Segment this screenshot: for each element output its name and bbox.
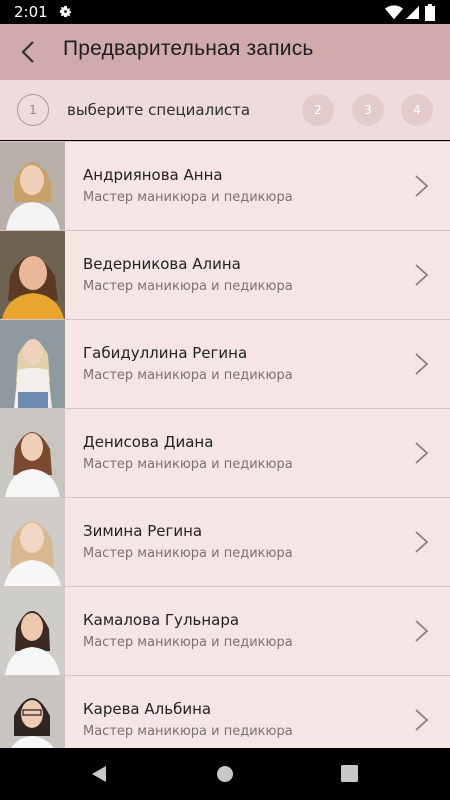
specialist-role: Мастер маникюра и педикюра	[83, 724, 293, 739]
nav-home-icon[interactable]	[216, 765, 234, 783]
chevron-right-icon	[415, 620, 429, 642]
specialist-name: Денисова Диана	[83, 433, 214, 451]
gear-icon	[59, 5, 72, 18]
chevron-right-icon	[415, 442, 429, 464]
chevron-right-icon	[415, 264, 429, 286]
chevron-right-icon	[415, 531, 429, 553]
specialist-photo	[0, 142, 65, 230]
chevron-right-icon	[415, 175, 429, 197]
specialist-name: Камалова Гульнара	[83, 611, 240, 629]
specialist-role: Мастер маникюра и педикюра	[83, 635, 293, 650]
specialist-row[interactable]: Андриянова Анна Мастер маникюра и педикю…	[0, 142, 450, 231]
specialist-row[interactable]: Ведерникова Алина Мастер маникюра и педи…	[0, 231, 450, 320]
specialist-name: Андриянова Анна	[83, 166, 223, 184]
signal-icon	[406, 6, 419, 19]
specialist-list[interactable]: Андриянова Анна Мастер маникюра и педикю…	[0, 141, 450, 748]
status-time: 2:01	[14, 3, 48, 21]
specialist-role: Мастер маникюра и педикюра	[83, 190, 293, 205]
battery-icon	[425, 4, 435, 21]
back-arrow-icon[interactable]	[18, 40, 42, 64]
specialist-photo	[0, 231, 65, 319]
specialist-photo	[0, 587, 65, 675]
nav-back-icon[interactable]	[90, 765, 108, 783]
specialist-row[interactable]: Камалова Гульнара Мастер маникюра и педи…	[0, 587, 450, 676]
page-title: Предварительная запись	[63, 37, 314, 60]
specialist-role: Мастер маникюра и педикюра	[83, 546, 293, 561]
specialist-name: Карева Альбина	[83, 700, 212, 718]
specialist-row[interactable]: Карева Альбина Мастер маникюра и педикюр…	[0, 676, 450, 748]
status-bar: 2:01	[0, 0, 450, 24]
specialist-row[interactable]: Габидуллина Регина Мастер маникюра и пед…	[0, 320, 450, 409]
specialist-role: Мастер маникюра и педикюра	[83, 368, 293, 383]
chevron-right-icon	[415, 709, 429, 731]
step-1-indicator: 1	[17, 94, 49, 126]
specialist-row[interactable]: Денисова Диана Мастер маникюра и педикюр…	[0, 409, 450, 498]
nav-recents-icon[interactable]	[341, 765, 358, 782]
step-4-indicator: 4	[401, 94, 433, 126]
specialist-photo	[0, 676, 65, 748]
specialist-photo	[0, 498, 65, 586]
system-nav-bar	[0, 748, 450, 800]
step-3-indicator: 3	[352, 94, 384, 126]
specialist-photo	[0, 320, 65, 408]
app-bar: Предварительная запись	[0, 24, 450, 80]
specialist-name: Ведерникова Алина	[83, 255, 241, 273]
specialist-name: Зимина Регина	[83, 522, 203, 540]
specialist-photo	[0, 409, 65, 497]
step-label: выберите специалиста	[67, 101, 251, 119]
chevron-right-icon	[415, 353, 429, 375]
step-2-indicator: 2	[302, 94, 334, 126]
specialist-role: Мастер маникюра и педикюра	[83, 457, 293, 472]
specialist-role: Мастер маникюра и педикюра	[83, 279, 293, 294]
wifi-icon	[385, 5, 403, 20]
specialist-name: Габидуллина Регина	[83, 344, 248, 362]
step-indicator: 1 выберите специалиста 2 3 4	[0, 80, 450, 140]
specialist-row[interactable]: Зимина Регина Мастер маникюра и педикюра	[0, 498, 450, 587]
